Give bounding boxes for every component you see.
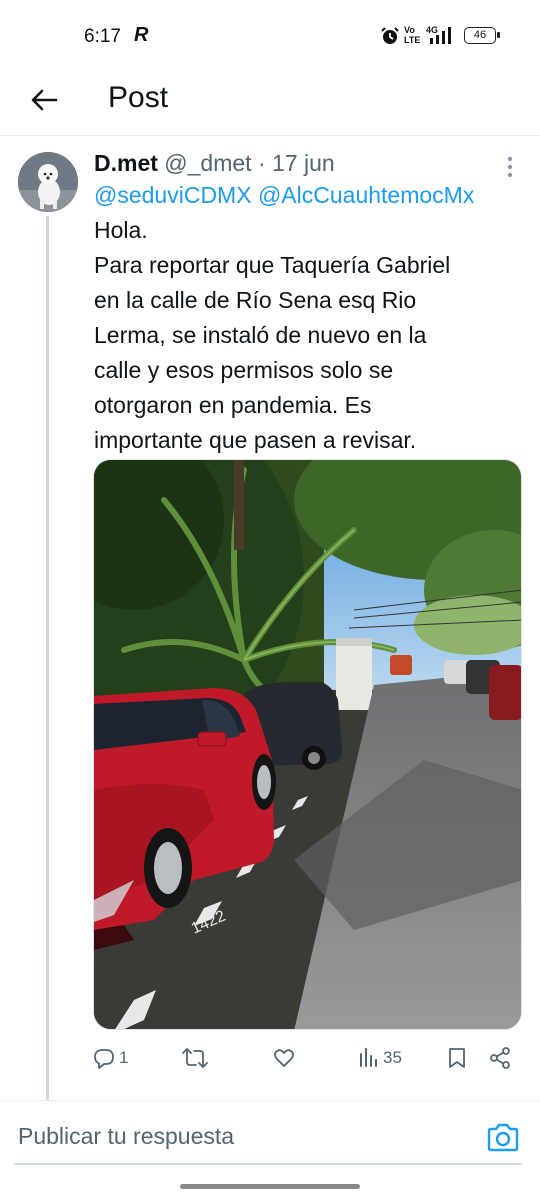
thread-line: [46, 216, 49, 1100]
street-photo-image: 1422: [94, 460, 521, 1029]
more-options-icon[interactable]: [500, 154, 520, 180]
reply-bar: Publicar tu respuesta: [0, 1100, 540, 1168]
views-count: 35: [383, 1048, 402, 1067]
tweet-text-line: Para reportar que Taquería Gabriel: [94, 252, 451, 278]
tweet-actions: 1 35: [92, 1040, 522, 1076]
tweet-text-line: importante que pasen a revisar.: [94, 427, 417, 453]
separator-dot: ·: [257, 150, 266, 176]
retweet-icon: [182, 1048, 208, 1068]
tweet-photo[interactable]: 1422: [93, 459, 522, 1030]
back-button[interactable]: [24, 80, 64, 120]
tweet-text-line: calle y esos permisos solo se: [94, 357, 394, 383]
retweet-button[interactable]: [182, 1040, 211, 1076]
tweet-date[interactable]: 17 jun: [272, 150, 335, 176]
app-notification-icon: R: [134, 24, 149, 46]
share-button[interactable]: [488, 1040, 512, 1076]
volte-indicator: Vo LTE: [404, 25, 421, 45]
bookmark-icon: [449, 1048, 465, 1068]
tweet-text-line: otorgaron en pandemia. Es: [94, 392, 372, 418]
avatar[interactable]: [18, 152, 78, 212]
dog-avatar-image: [18, 152, 78, 212]
mention-seduvicdmx[interactable]: @seduviCDMX: [94, 182, 252, 208]
reply-button[interactable]: 1: [92, 1040, 128, 1076]
mentions-line: @seduviCDMX @AlcCuauhtemocMx: [94, 178, 526, 213]
camera-icon: [487, 1123, 519, 1152]
battery-indicator: 46: [464, 27, 500, 44]
reply-count: 1: [119, 1048, 129, 1067]
tweet-header: D.met @_dmet · 17 jun: [94, 148, 335, 178]
alarm-icon: [381, 27, 399, 44]
tweet-text-line: Lerma, se instaló de nuevo en la: [94, 322, 427, 348]
reply-input-underline: [14, 1163, 522, 1165]
tweet-text: @seduviCDMX @AlcCuauhtemocMx Hola. Para …: [94, 178, 526, 458]
views-button[interactable]: 35: [358, 1040, 402, 1076]
share-icon: [490, 1047, 510, 1069]
status-bar: 6:17 R Vo LTE 4G 46: [0, 0, 540, 68]
svg-text:4G: 4G: [426, 25, 438, 35]
reply-icon: [94, 1049, 114, 1069]
mention-alccuauhtemocmx[interactable]: @AlcCuauhtemocMx: [258, 182, 474, 208]
analytics-icon: [360, 1048, 377, 1067]
signal-icon: 4G: [426, 25, 451, 44]
bookmark-button[interactable]: [446, 1040, 468, 1076]
page-title: Post: [108, 81, 169, 114]
camera-button[interactable]: [486, 1123, 520, 1158]
heart-icon: [273, 1049, 295, 1067]
author-handle[interactable]: @_dmet: [164, 150, 251, 176]
tweet-text-line: en la calle de Río Sena esq Rio: [94, 287, 417, 313]
home-indicator[interactable]: [180, 1184, 360, 1189]
status-time: 6:17: [84, 26, 121, 47]
author-name[interactable]: D.met: [94, 150, 158, 176]
arrow-left-icon: [31, 89, 58, 111]
tweet-text-line: Hola.: [94, 217, 148, 243]
header: Post: [0, 68, 540, 136]
reply-input[interactable]: Publicar tu respuesta: [18, 1123, 458, 1150]
like-button[interactable]: [272, 1040, 299, 1076]
